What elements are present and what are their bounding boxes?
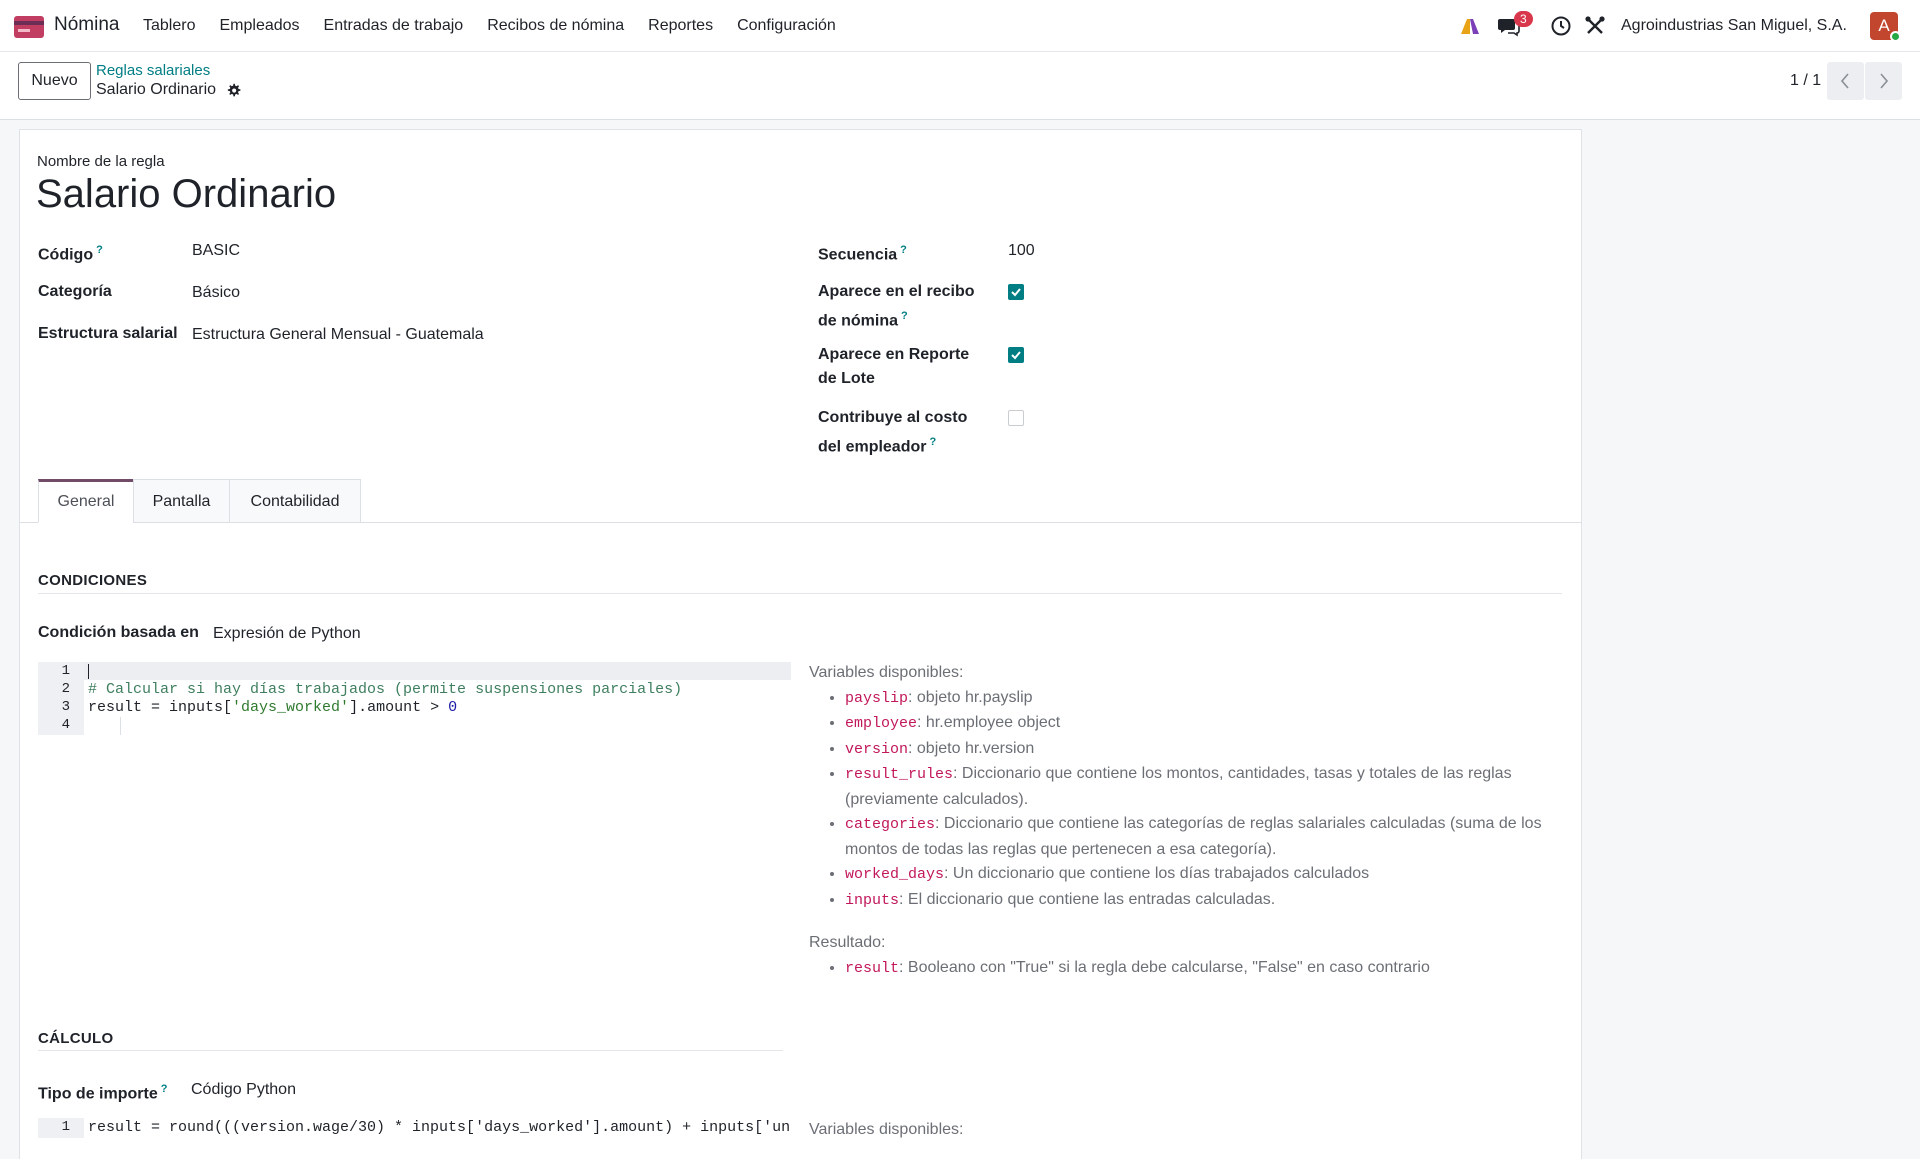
ai-assistant-icon[interactable] [1458, 14, 1482, 38]
checkmark-icon [1011, 351, 1021, 360]
help-tooltip-icon[interactable]: ? [96, 244, 103, 256]
menu-item-tablero[interactable]: Tablero [143, 17, 195, 35]
line-number: 2 [61, 681, 70, 697]
help-tooltip-icon[interactable]: ? [161, 1083, 168, 1095]
appears-payslip-label: Aparece en el recibo de nómina? [818, 283, 975, 330]
category-field[interactable]: Básico [192, 284, 240, 302]
help-result-list: result: Booleano con "True" si la regla … [845, 956, 1569, 982]
form-sheet [19, 129, 1582, 1159]
menu-item-reportes[interactable]: Reportes [648, 17, 713, 35]
line-number: 4 [61, 717, 70, 733]
sequence-field[interactable]: 100 [1008, 242, 1035, 260]
condition-based-on-field[interactable]: Expresión de Python [213, 625, 361, 643]
line-number: 3 [61, 699, 70, 715]
active-line-highlight [84, 662, 791, 680]
chat-count-badge: 3 [1514, 11, 1533, 27]
breadcrumb-current: Salario Ordinario [96, 81, 217, 98]
menu-item-recibos[interactable]: Recibos de nómina [487, 17, 624, 35]
text-cursor [88, 664, 89, 679]
pager-next-button[interactable] [1865, 62, 1902, 100]
help-tooltip-icon[interactable]: ? [900, 244, 907, 256]
breadcrumb-parent[interactable]: Reglas salariales [96, 62, 210, 79]
employer-cost-checkbox[interactable] [1008, 410, 1024, 426]
menu-item-configuracion[interactable]: Configuración [737, 17, 836, 35]
help-tooltip-icon[interactable]: ? [929, 436, 936, 448]
conditions-section-title: CONDICIONES [38, 572, 148, 589]
help-var-item: version: objeto hr.version [845, 737, 1569, 763]
online-status-dot [1890, 31, 1901, 42]
help-result-title: Resultado: [809, 934, 886, 951]
control-panel: Nuevo Reglas salariales Salario Ordinari… [0, 52, 1920, 120]
condition-based-on-label: Condición basada en [38, 624, 199, 641]
pager-previous-button[interactable] [1827, 62, 1864, 100]
rule-name-field[interactable]: Salario Ordinario [36, 172, 336, 217]
amount-type-field[interactable]: Código Python [191, 1081, 296, 1099]
tab-contabilidad[interactable]: Contabilidad [229, 479, 361, 523]
menu-item-entradas[interactable]: Entradas de trabajo [324, 17, 464, 35]
help-var-item: result_rules: Diccionario que contiene l… [845, 762, 1569, 812]
activity-clock-icon[interactable] [1549, 14, 1573, 38]
main-menu: Tablero Empleados Entradas de trabajo Re… [143, 17, 860, 35]
pager-value[interactable]: 1 / 1 [1790, 72, 1821, 90]
code-label: Código? [38, 244, 103, 264]
payroll-app-icon[interactable] [14, 16, 44, 38]
checkmark-icon [1011, 288, 1021, 297]
tab-pantalla[interactable]: Pantalla [133, 479, 230, 523]
gear-icon[interactable] [226, 83, 241, 98]
structure-label: Estructura salarial [38, 325, 178, 342]
help-result-item: result: Booleano con "True" si la regla … [845, 956, 1569, 982]
new-button[interactable]: Nuevo [18, 62, 91, 100]
debug-tools-icon[interactable] [1583, 14, 1607, 38]
employer-cost-label: Contribuye al costo del empleador? [818, 409, 968, 456]
appears-batch-checkbox[interactable] [1008, 347, 1024, 363]
indent-guide [120, 717, 121, 735]
help-var-item: inputs: El diccionario que contiene las … [845, 888, 1569, 914]
calculation-help-title: Variables disponibles: [809, 1121, 964, 1138]
tab-general[interactable]: General [38, 479, 134, 523]
top-navbar: Nómina Tablero Empleados Entradas de tra… [0, 0, 1920, 52]
line-number: 1 [61, 1119, 70, 1135]
help-vars-list: payslip: objeto hr.payslip employee: hr.… [845, 686, 1569, 914]
sequence-label: Secuencia? [818, 244, 907, 264]
help-var-item: worked_days: Un diccionario que contiene… [845, 862, 1569, 888]
structure-field[interactable]: Estructura General Mensual - Guatemala [192, 326, 484, 344]
category-label: Categoría [38, 283, 112, 300]
chevron-left-icon [1840, 73, 1849, 89]
appears-payslip-checkbox[interactable] [1008, 284, 1024, 300]
code-calc-line: result = round(((version.wage/30) * inpu… [88, 1119, 791, 1136]
code-result-line: result = inputs['days_worked'].amount > … [88, 699, 458, 716]
section-divider [38, 1050, 783, 1051]
appears-batch-label: Aparece en Reporte de Lote [818, 346, 970, 387]
condition-help-text: Variables disponibles: payslip: objeto h… [809, 661, 1569, 981]
chevron-right-icon [1880, 73, 1889, 89]
line-number: 1 [61, 663, 70, 679]
code-field[interactable]: BASIC [192, 242, 240, 260]
help-var-item: employee: hr.employee object [845, 711, 1569, 737]
help-var-item: categories: Diccionario que contiene las… [845, 812, 1569, 862]
app-name[interactable]: Nómina [54, 14, 119, 36]
calculation-section-title: CÁLCULO [38, 1030, 114, 1047]
amount-type-label: Tipo de importe? [38, 1083, 168, 1103]
calculation-code-editor[interactable]: 1 result = round(((version.wage/30) * in… [38, 1118, 791, 1138]
help-var-item: payslip: objeto hr.payslip [845, 686, 1569, 712]
rule-name-label: Nombre de la regla [37, 153, 165, 170]
code-comment-line: # Calcular si hay días trabajados (permi… [88, 681, 683, 698]
company-switcher[interactable]: Agroindustrias San Miguel, S.A. [1621, 17, 1847, 35]
help-tooltip-icon[interactable]: ? [901, 310, 908, 322]
section-divider [38, 593, 1562, 594]
menu-item-empleados[interactable]: Empleados [219, 17, 299, 35]
help-vars-title: Variables disponibles: [809, 664, 964, 681]
